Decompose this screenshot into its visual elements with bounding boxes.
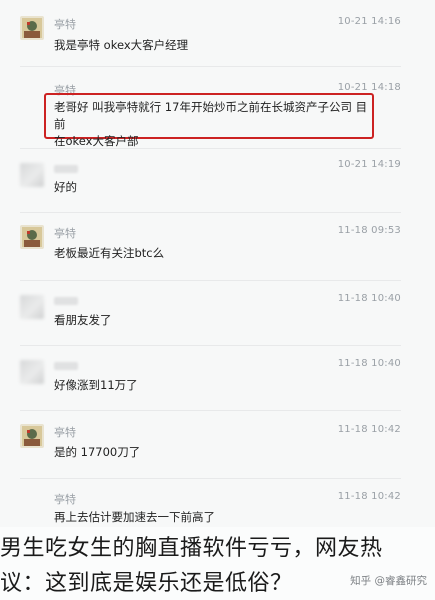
avatar-image-icon bbox=[20, 225, 44, 249]
sender-name: 亭特 bbox=[54, 426, 76, 439]
message-text: 再上去估计要加速去一下前高了 bbox=[54, 510, 215, 524]
divider bbox=[20, 410, 401, 411]
message-text: 老板最近有关注btc么 bbox=[54, 246, 165, 260]
divider bbox=[20, 212, 401, 213]
message-text: 好像涨到11万了 bbox=[54, 378, 138, 392]
timestamp: 10-21 14:18 bbox=[337, 82, 401, 93]
avatar bbox=[20, 360, 44, 384]
divider bbox=[20, 148, 401, 149]
avatar bbox=[20, 225, 44, 249]
timestamp: 11-18 10:40 bbox=[337, 358, 401, 369]
caption-line-2: 议：这到底是娱乐还是低俗？ bbox=[0, 571, 293, 596]
timestamp: 11-18 09:53 bbox=[337, 225, 401, 236]
message-text: 好的 bbox=[54, 180, 77, 194]
caption-overlay: 男生吃女生的胸直播软件亏亏，网友热 议：这到底是娱乐还是低俗？ bbox=[0, 527, 435, 600]
message-line: 老哥好 叫我亭特就行 17年开始炒币之前在长城资产子公司 目前 bbox=[54, 100, 368, 131]
avatar bbox=[20, 163, 44, 187]
timestamp: 11-18 10:42 bbox=[337, 424, 401, 435]
timestamp: 10-21 14:19 bbox=[337, 159, 401, 170]
timestamp: 11-18 10:42 bbox=[337, 491, 401, 502]
avatar bbox=[20, 295, 44, 319]
highlight-box: 老哥好 叫我亭特就行 17年开始炒币之前在长城资产子公司 目前 在okex大客户… bbox=[44, 93, 374, 148]
sender-name bbox=[54, 362, 78, 370]
sender-name bbox=[54, 297, 78, 305]
sender-name: 亭特 bbox=[54, 227, 76, 240]
watermark: 知乎 @睿鑫研究 bbox=[350, 575, 427, 587]
message-text: 我是亭特 okex大客户经理 bbox=[54, 38, 189, 52]
timestamp: 10-21 14:16 bbox=[337, 16, 401, 27]
divider bbox=[20, 345, 401, 346]
divider bbox=[20, 280, 401, 281]
sender-name bbox=[54, 165, 78, 173]
message-text: 看朋友发了 bbox=[54, 313, 112, 327]
sender-name: 亭特 bbox=[54, 18, 76, 31]
sender-name: 亭特 bbox=[54, 493, 76, 506]
avatar-image-icon bbox=[20, 424, 44, 448]
avatar bbox=[20, 424, 44, 448]
caption-line-1: 男生吃女生的胸直播软件亏亏，网友热 bbox=[0, 536, 383, 561]
divider bbox=[20, 478, 401, 479]
message-text: 老哥好 叫我亭特就行 17年开始炒币之前在长城资产子公司 目前 在okex大客户… bbox=[54, 99, 372, 150]
divider bbox=[20, 66, 401, 67]
avatar-image-icon bbox=[20, 16, 44, 40]
message-text: 是的 17700刀了 bbox=[54, 445, 141, 459]
avatar bbox=[20, 16, 44, 40]
chat-screenshot: 亭特 10-21 14:16 我是亭特 okex大客户经理 亭特 10-21 1… bbox=[0, 0, 435, 600]
timestamp: 11-18 10:40 bbox=[337, 293, 401, 304]
